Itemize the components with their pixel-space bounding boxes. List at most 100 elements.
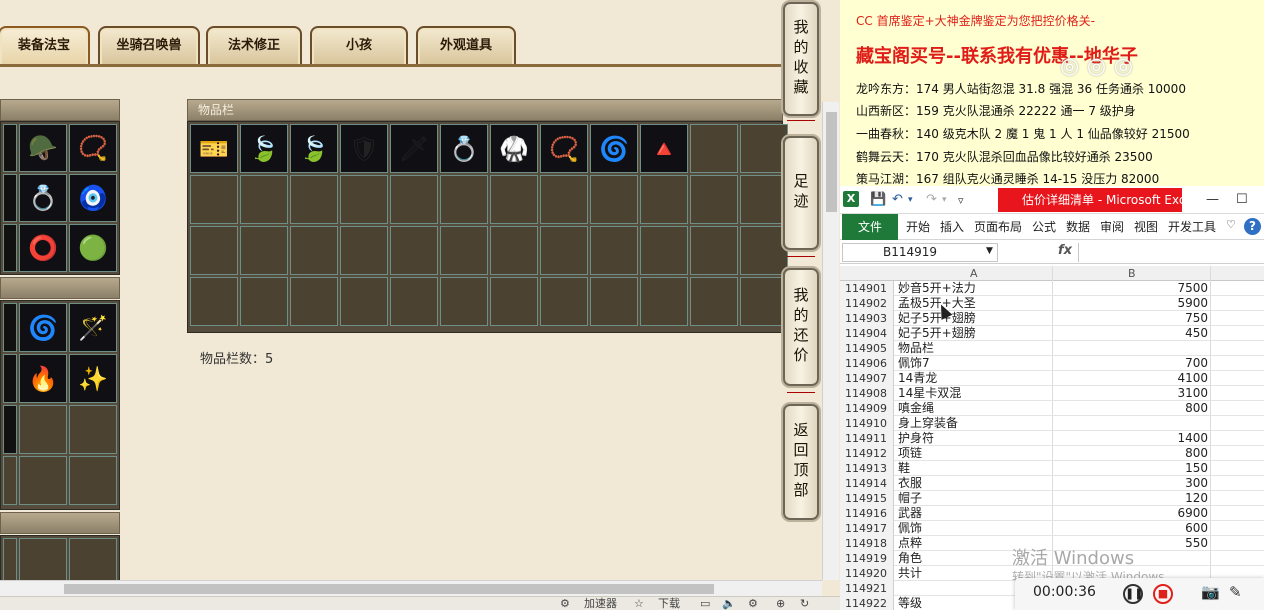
- row-number[interactable]: 114913: [840, 461, 894, 476]
- equipment-slot[interactable]: [3, 124, 17, 172]
- inventory-slot[interactable]: [390, 277, 438, 326]
- inventory-slot[interactable]: [190, 175, 238, 224]
- tab-review[interactable]: 审阅: [1100, 218, 1124, 235]
- equipment-slot[interactable]: 🪖: [19, 124, 67, 172]
- extra-slot[interactable]: [19, 538, 67, 582]
- inventory-slot[interactable]: 🔺: [640, 124, 688, 173]
- table-row[interactable]: 114901 妙音5开+法力 7500: [840, 281, 1264, 296]
- table-row[interactable]: 114916 武器 6900: [840, 506, 1264, 521]
- inventory-slot[interactable]: [690, 226, 738, 275]
- cell-b[interactable]: 3100: [1052, 386, 1208, 401]
- row-number[interactable]: 114916: [840, 506, 894, 521]
- inventory-slot[interactable]: 🌀: [590, 124, 638, 173]
- row-number[interactable]: 114907: [840, 371, 894, 386]
- treasure-slot[interactable]: 🪄: [69, 303, 117, 352]
- treasure-slot[interactable]: [19, 405, 67, 454]
- tab-view[interactable]: 视图: [1134, 218, 1158, 235]
- inventory-slot[interactable]: [590, 277, 638, 326]
- inventory-slot[interactable]: [240, 226, 288, 275]
- row-number[interactable]: 114901: [840, 281, 894, 296]
- treasure-slot[interactable]: [3, 456, 17, 505]
- equipment-slot[interactable]: [3, 174, 17, 222]
- treasure-slot[interactable]: [3, 354, 17, 403]
- cell-a[interactable]: 妃子5开+翅膀: [898, 326, 976, 341]
- settings-icon[interactable]: ⚙: [748, 597, 758, 610]
- row-number[interactable]: 114905: [840, 341, 894, 356]
- inventory-slot[interactable]: [340, 277, 388, 326]
- star-icon[interactable]: ☆: [634, 597, 644, 610]
- inventory-slot[interactable]: [240, 175, 288, 224]
- extra-slot[interactable]: [3, 538, 17, 582]
- table-row[interactable]: 114909 嗔金绳 800: [840, 401, 1264, 416]
- cell-b[interactable]: 600: [1052, 521, 1208, 536]
- inventory-slot[interactable]: [240, 277, 288, 326]
- inventory-slot[interactable]: [540, 175, 588, 224]
- column-header-b[interactable]: B: [1128, 267, 1136, 280]
- table-row[interactable]: 114911 护身符 1400: [840, 431, 1264, 446]
- inventory-slot[interactable]: [590, 175, 638, 224]
- tab-developer[interactable]: 开发工具: [1168, 218, 1216, 235]
- tab-child[interactable]: 小孩: [310, 26, 408, 66]
- column-header-a[interactable]: A: [970, 267, 978, 280]
- tab-spell-correction[interactable]: 法术修正: [206, 26, 302, 66]
- cell-b[interactable]: 120: [1052, 491, 1208, 506]
- vertical-scrollbar[interactable]: [822, 102, 839, 580]
- inventory-slot[interactable]: [640, 277, 688, 326]
- cell-a[interactable]: 身上穿装备: [898, 416, 958, 431]
- cell-b[interactable]: 450: [1052, 326, 1208, 341]
- equipment-slot[interactable]: [3, 224, 17, 272]
- cell-a[interactable]: 帽子: [898, 491, 922, 506]
- table-row[interactable]: 114903 妃子5开+翅膀 750: [840, 311, 1264, 326]
- row-number[interactable]: 114920: [840, 566, 894, 581]
- treasure-slot[interactable]: [69, 405, 117, 454]
- my-counteroffer-button[interactable]: 我的还价: [783, 268, 819, 386]
- help-icon[interactable]: ?: [1244, 218, 1261, 235]
- cell-a[interactable]: 佩饰: [898, 521, 922, 536]
- save-icon[interactable]: 💾: [870, 192, 886, 207]
- table-row[interactable]: 114917 佩饰 600: [840, 521, 1264, 536]
- table-row[interactable]: 114914 衣服 300: [840, 476, 1264, 491]
- tab-file[interactable]: 文件: [842, 214, 898, 240]
- inventory-slot[interactable]: [640, 175, 688, 224]
- inventory-slot[interactable]: [490, 175, 538, 224]
- cell-a[interactable]: 佩饰7: [898, 356, 930, 371]
- name-box[interactable]: B114919: [842, 243, 998, 262]
- row-number[interactable]: 114903: [840, 311, 894, 326]
- row-number[interactable]: 114918: [840, 536, 894, 551]
- inventory-slot[interactable]: [740, 277, 788, 326]
- table-row[interactable]: 114913 鞋 150: [840, 461, 1264, 476]
- inventory-slot[interactable]: [640, 226, 688, 275]
- table-row[interactable]: 114908 14星卡双混 3100: [840, 386, 1264, 401]
- inventory-slot[interactable]: [290, 226, 338, 275]
- inventory-slot[interactable]: [340, 226, 388, 275]
- inventory-slot[interactable]: [540, 277, 588, 326]
- tab-insert[interactable]: 插入: [940, 218, 964, 235]
- equipment-slot[interactable]: 🧿: [69, 174, 117, 222]
- row-number[interactable]: 114919: [840, 551, 894, 566]
- row-number[interactable]: 114912: [840, 446, 894, 461]
- treasure-slot[interactable]: ✨: [69, 354, 117, 403]
- undo-icon[interactable]: ↶: [892, 192, 903, 207]
- treasure-slot[interactable]: [19, 456, 67, 505]
- row-number[interactable]: 114917: [840, 521, 894, 536]
- redo-dropdown-icon[interactable]: ▾: [942, 195, 947, 205]
- row-number[interactable]: 114902: [840, 296, 894, 311]
- inventory-slot[interactable]: [540, 226, 588, 275]
- row-number[interactable]: 114906: [840, 356, 894, 371]
- inventory-slot[interactable]: [690, 124, 738, 173]
- inventory-slot[interactable]: 🗡: [390, 124, 438, 173]
- row-number[interactable]: 114904: [840, 326, 894, 341]
- cell-a[interactable]: 项链: [898, 446, 922, 461]
- cell-b[interactable]: 7500: [1052, 281, 1208, 296]
- table-row[interactable]: 114915 帽子 120: [840, 491, 1264, 506]
- extra-slot[interactable]: [69, 538, 117, 582]
- my-favorites-button[interactable]: 我的收藏: [783, 2, 819, 116]
- tab-data[interactable]: 数据: [1066, 218, 1090, 235]
- row-number[interactable]: 114908: [840, 386, 894, 401]
- cell-a[interactable]: 共计: [898, 566, 922, 581]
- scroll-thumb[interactable]: [826, 112, 837, 212]
- cell-b[interactable]: 6900: [1052, 506, 1208, 521]
- camera-icon[interactable]: 📷: [1201, 583, 1220, 601]
- inventory-slot[interactable]: [290, 277, 338, 326]
- inventory-slot[interactable]: [440, 277, 488, 326]
